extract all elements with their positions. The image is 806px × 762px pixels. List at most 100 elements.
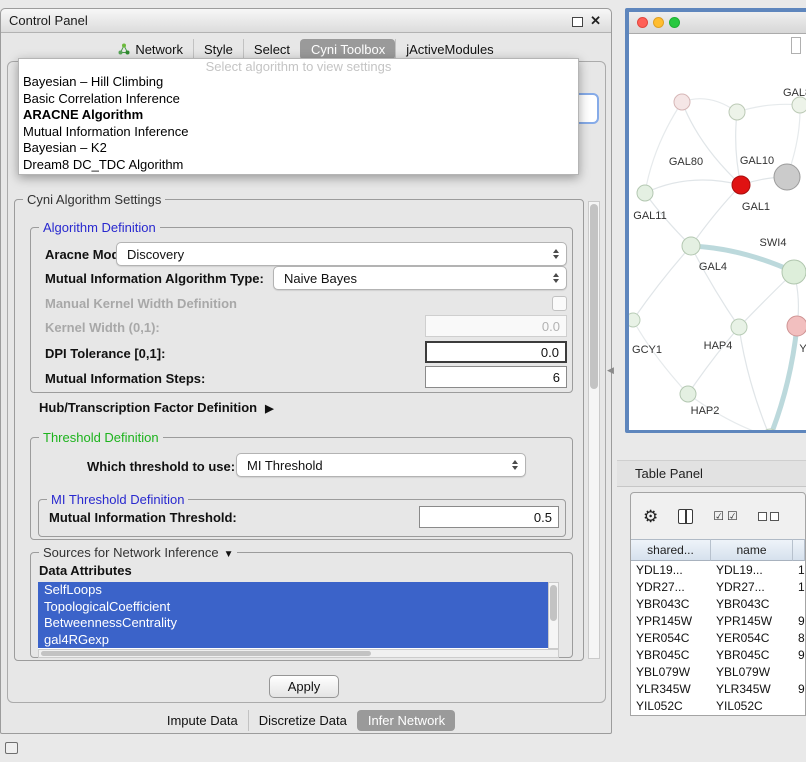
sources-group-title[interactable]: Sources for Network Inference▼ [39, 545, 237, 562]
scrollbar-stub[interactable] [791, 37, 801, 54]
columns-icon[interactable] [678, 509, 693, 524]
hub-definition-toggle[interactable]: Hub/Transcription Factor Definition▶ [39, 400, 274, 415]
network-node[interactable] [680, 386, 696, 402]
kernel-width-label: Kernel Width (0,1): [45, 320, 160, 335]
deselect-all-columns-icon[interactable] [758, 512, 779, 521]
network-node-label: GAL80 [669, 156, 703, 168]
tab-jactivemodules[interactable]: jActiveModules [395, 39, 503, 60]
table-cell: YDL19... [711, 563, 793, 577]
network-window-titlebar[interactable] [629, 12, 806, 34]
collapse-arrow-icon[interactable]: ▼ [224, 547, 234, 562]
settings-scrollbar-thumb[interactable] [590, 204, 598, 389]
table-cell: YER054C [711, 631, 793, 645]
network-node-label: GAL1 [742, 201, 770, 213]
close-icon[interactable]: ✕ [590, 13, 601, 29]
column-header-extra[interactable] [793, 539, 805, 561]
apply-button[interactable]: Apply [269, 675, 339, 698]
control-panel-titlebar[interactable]: Control Panel ✕ [1, 9, 611, 33]
attributes-hscrollbar-thumb[interactable] [41, 651, 371, 656]
attributes-vscrollbar-thumb[interactable] [550, 585, 557, 621]
table-cell: YBR043C [711, 597, 793, 611]
combo-arrows-icon [512, 460, 518, 470]
algorithm-option-basic-correlation-inference[interactable]: Basic Correlation Inference [19, 91, 578, 108]
algorithm-option-aracne-algorithm[interactable]: ARACNE Algorithm [19, 107, 578, 124]
network-canvas[interactable]: GAL8GAL80GAL10GAL11GAL1SWI4GAL4GCY1HAP4Y… [629, 34, 806, 430]
network-node[interactable] [637, 185, 653, 201]
gear-icon[interactable]: ⚙ [643, 508, 658, 525]
tab-style[interactable]: Style [193, 39, 243, 60]
zoom-traffic-light[interactable] [669, 17, 680, 28]
table-row[interactable]: YER054CYER054C8. [631, 629, 805, 646]
dpi-tolerance-field[interactable]: 0.0 [425, 341, 567, 363]
algorithm-option-bayesian-hill-climbing[interactable]: Bayesian – Hill Climbing [19, 74, 578, 91]
table-row[interactable]: YBR045CYBR045C9. [631, 646, 805, 663]
mi-threshold-field[interactable]: 0.5 [419, 506, 559, 528]
network-node[interactable] [674, 94, 690, 110]
settings-scrollbar[interactable] [588, 201, 600, 659]
network-edge [739, 327, 770, 430]
which-threshold-combobox[interactable]: MI Threshold [236, 453, 526, 477]
network-node[interactable] [629, 313, 640, 327]
mi-steps-field[interactable]: 6 [425, 366, 567, 388]
bottom-tab-infer-network[interactable]: Infer Network [357, 710, 455, 731]
column-header-shared[interactable]: shared... [631, 539, 711, 561]
table-cell: 13 [793, 563, 805, 577]
select-all-columns-icon[interactable]: ☑ ☑ [713, 510, 738, 522]
expand-arrow-icon[interactable]: ▶ [265, 402, 273, 415]
manual-kernel-label: Manual Kernel Width Definition [45, 296, 237, 311]
table-cell: 9. [793, 682, 805, 696]
tab-cyni-toolbox[interactable]: Cyni Toolbox [300, 39, 395, 60]
network-node[interactable] [787, 316, 806, 336]
dock-panel-icon[interactable] [5, 742, 18, 754]
table-row[interactable]: YIL052CYIL052C [631, 697, 805, 714]
table-row[interactable]: YBL079WYBL079W [631, 663, 805, 680]
table-panel-header[interactable]: Table Panel [617, 460, 806, 487]
attributes-vscrollbar[interactable] [548, 582, 559, 649]
network-node-label: HAP2 [691, 405, 720, 417]
algorithm-option-dream8-dc-tdc-algorithm[interactable]: Dream8 DC_TDC Algorithm [19, 157, 578, 174]
control-panel-title: Control Panel [9, 13, 88, 28]
table-row[interactable]: YDL19...YDL19...13 [631, 561, 805, 578]
tab-jactivemodules-label: jActiveModules [406, 42, 493, 57]
tab-network[interactable]: Network [108, 39, 193, 60]
tab-select[interactable]: Select [243, 39, 300, 60]
aracne-mode-combobox[interactable]: Discovery [116, 242, 567, 266]
column-header-name[interactable]: name [711, 539, 793, 561]
network-view-window: GAL8GAL80GAL10GAL11GAL1SWI4GAL4GCY1HAP4Y… [625, 8, 806, 433]
table-row[interactable]: YLR345WYLR345W9. [631, 680, 805, 697]
algorithm-option-bayesian-k2[interactable]: Bayesian – K2 [19, 140, 578, 157]
attribute-item-topologicalcoefficient[interactable]: TopologicalCoefficient [38, 599, 548, 616]
minimize-traffic-light[interactable] [653, 17, 664, 28]
splitter-collapse-icon[interactable]: ◀ [607, 365, 614, 376]
bottom-tab-discretize-data[interactable]: Discretize Data [248, 710, 357, 731]
network-node[interactable] [792, 97, 806, 113]
network-node[interactable] [774, 164, 800, 190]
table-cell: YER054C [631, 631, 711, 645]
network-node[interactable] [682, 237, 700, 255]
threshold-definition-title: Threshold Definition [39, 430, 163, 445]
table-cell: YPR145W [711, 614, 793, 628]
network-node[interactable] [732, 176, 750, 194]
kernel-width-value: 0.0 [542, 319, 560, 334]
attribute-item-gal4rgexp[interactable]: gal4RGexp [38, 632, 548, 649]
manual-kernel-checkbox[interactable] [552, 296, 567, 311]
table-cell: YLR345W [711, 682, 793, 696]
table-row[interactable]: YPR145WYPR145W9. [631, 612, 805, 629]
network-node[interactable] [731, 319, 747, 335]
control-panel-window: Control Panel ✕ NetworkStyleSelectCyni T… [0, 8, 612, 734]
attribute-item-selfloops[interactable]: SelfLoops [38, 582, 548, 599]
table-row[interactable]: YBR043CYBR043C [631, 595, 805, 612]
combo-arrows-icon [553, 249, 559, 259]
cyni-algorithm-settings-title: Cyni Algorithm Settings [23, 192, 165, 207]
attributes-hscrollbar[interactable] [38, 649, 559, 658]
mi-type-label: Mutual Information Algorithm Type: [45, 271, 264, 286]
algorithm-option-mutual-information-inference[interactable]: Mutual Information Inference [19, 124, 578, 141]
network-node[interactable] [782, 260, 806, 284]
mi-type-combobox[interactable]: Naive Bayes [273, 266, 567, 290]
float-window-icon[interactable] [572, 17, 583, 27]
bottom-tab-impute-data[interactable]: Impute Data [157, 710, 248, 731]
close-traffic-light[interactable] [637, 17, 648, 28]
network-node[interactable] [729, 104, 745, 120]
attribute-item-betweennesscentrality[interactable]: BetweennessCentrality [38, 615, 548, 632]
table-row[interactable]: YDR27...YDR27...12 [631, 578, 805, 595]
